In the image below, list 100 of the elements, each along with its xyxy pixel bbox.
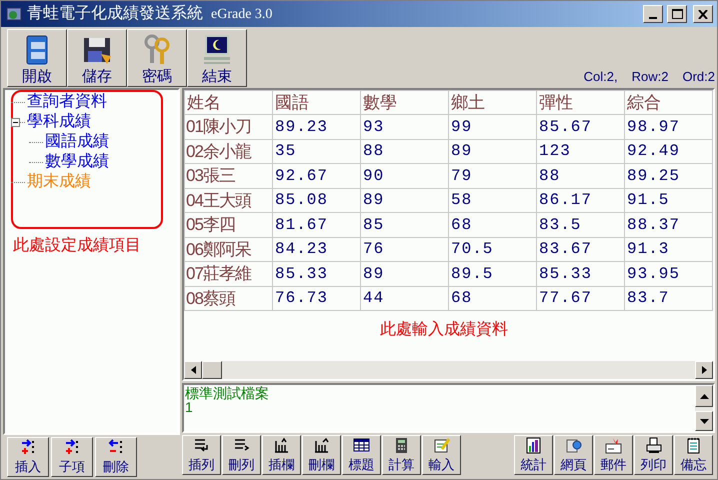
toolbar-button[interactable]: 標題 xyxy=(342,435,381,475)
column-indicator: Col:2, xyxy=(584,68,618,86)
score-cell[interactable]: 123 xyxy=(536,139,624,164)
up-arrow-icon[interactable] xyxy=(700,394,708,398)
score-cell[interactable]: 85.33 xyxy=(536,262,624,286)
scroll-thumb[interactable] xyxy=(202,361,222,379)
tree-item[interactable]: 查詢者資料 xyxy=(27,93,107,111)
score-cell[interactable]: 88 xyxy=(536,164,624,188)
score-cell[interactable]: 81.67 xyxy=(272,212,360,237)
toolbar-button[interactable]: 子項 xyxy=(51,437,93,477)
score-cell[interactable]: 68 xyxy=(448,212,536,237)
score-cell[interactable]: 70.5 xyxy=(448,237,536,262)
insert-icon xyxy=(20,439,36,456)
score-cell[interactable]: 92.49 xyxy=(624,139,712,164)
score-cell[interactable]: 88 xyxy=(360,139,448,164)
horizontal-scrollbar[interactable] xyxy=(184,361,713,379)
column-header[interactable]: 國語 xyxy=(272,90,360,114)
score-cell[interactable]: 89 xyxy=(448,139,536,164)
toolbar-button[interactable]: 插欄 xyxy=(262,435,301,475)
column-delete-icon xyxy=(313,437,330,454)
tree-item[interactable]: 學科成績 xyxy=(27,113,91,131)
memo-field[interactable]: 標準測試檔案 1 xyxy=(182,383,715,433)
toolbar-button[interactable]: 刪列 xyxy=(222,435,261,475)
score-cell[interactable]: 89.23 xyxy=(272,114,360,139)
score-cell[interactable]: 83.67 xyxy=(536,237,624,262)
score-cell[interactable]: 68 xyxy=(448,286,536,310)
score-cell[interactable]: 85.08 xyxy=(272,188,360,212)
name-cell[interactable]: 05李四 xyxy=(184,212,272,237)
name-cell[interactable]: 03張三 xyxy=(184,164,272,188)
tree-item[interactable]: 國語成績 xyxy=(45,133,109,151)
score-cell[interactable]: 89.25 xyxy=(624,164,712,188)
score-cell[interactable]: 90 xyxy=(360,164,448,188)
mail-icon xyxy=(605,437,622,454)
score-cell[interactable]: 79 xyxy=(448,164,536,188)
name-cell[interactable]: 02余小龍 xyxy=(184,139,272,164)
score-cell[interactable]: 93.95 xyxy=(624,262,712,286)
table-icon xyxy=(353,437,370,454)
annotation-text: 此處輸入成績資料 xyxy=(380,320,508,340)
score-cell[interactable]: 99 xyxy=(448,114,536,139)
toolbar-button[interactable]: 列印 xyxy=(634,435,673,475)
column-header[interactable]: 彈性 xyxy=(536,90,624,114)
toolbar-button[interactable]: 密碼 xyxy=(127,29,187,87)
window-subtitle: eGrade 3.0 xyxy=(211,6,272,24)
maximize-button[interactable] xyxy=(667,5,687,23)
name-cell[interactable]: 08蔡頭 xyxy=(184,286,272,310)
notepad-icon xyxy=(685,437,702,454)
score-cell[interactable]: 91.5 xyxy=(624,188,712,212)
row-insert-icon xyxy=(193,437,210,454)
score-cell[interactable]: 89 xyxy=(360,188,448,212)
column-header[interactable]: 鄉土 xyxy=(448,90,536,114)
score-cell[interactable]: 91.3 xyxy=(624,237,712,262)
close-button[interactable] xyxy=(693,5,713,23)
score-cell[interactable]: 58 xyxy=(448,188,536,212)
toolbar-button[interactable]: 刪除 xyxy=(95,437,137,477)
vertical-scrollbar[interactable] xyxy=(695,385,713,431)
score-cell[interactable]: 77.67 xyxy=(536,286,624,310)
score-cell[interactable]: 85.67 xyxy=(536,114,624,139)
toolbar-button[interactable]: 統計 xyxy=(514,435,553,475)
minimize-button[interactable] xyxy=(643,5,663,23)
toolbar-button[interactable]: 計算 xyxy=(382,435,421,475)
score-cell[interactable]: 85.33 xyxy=(272,262,360,286)
name-cell[interactable]: 04王大頭 xyxy=(184,188,272,212)
score-cell[interactable]: 86.17 xyxy=(536,188,624,212)
left-arrow-icon[interactable] xyxy=(190,366,196,374)
column-header[interactable]: 綜合 xyxy=(624,90,712,114)
toolbar-button[interactable]: 備忘 xyxy=(674,435,713,475)
score-cell[interactable]: 85 xyxy=(360,212,448,237)
column-header[interactable]: 數學 xyxy=(360,90,448,114)
toolbar-button[interactable]: 郵件 xyxy=(594,435,633,475)
toolbar-button[interactable]: 插入 xyxy=(7,437,49,477)
annotation-text: 此處設定成績項目 xyxy=(13,236,141,256)
score-cell[interactable]: 35 xyxy=(272,139,360,164)
collapse-icon[interactable] xyxy=(11,118,20,126)
score-cell[interactable]: 92.67 xyxy=(272,164,360,188)
toolbar-button[interactable]: 結束 xyxy=(187,29,247,87)
name-cell[interactable]: 06鄭阿呆 xyxy=(184,237,272,262)
score-cell[interactable]: 76 xyxy=(360,237,448,262)
tree-item[interactable]: 數學成績 xyxy=(45,153,109,171)
toolbar-button[interactable]: 網頁 xyxy=(554,435,593,475)
score-cell[interactable]: 89 xyxy=(360,262,448,286)
name-cell[interactable]: 07莊孝維 xyxy=(184,262,272,286)
toolbar-button[interactable]: 輸入 xyxy=(422,435,461,475)
column-header[interactable]: 姓名 xyxy=(184,90,272,114)
score-cell[interactable]: 93 xyxy=(360,114,448,139)
toolbar-button[interactable]: 插列 xyxy=(182,435,221,475)
score-cell[interactable]: 44 xyxy=(360,286,448,310)
right-arrow-icon[interactable] xyxy=(702,366,706,374)
toolbar-button[interactable]: 刪欄 xyxy=(302,435,341,475)
score-cell[interactable]: 84.23 xyxy=(272,237,360,262)
score-cell[interactable]: 89.5 xyxy=(448,262,536,286)
score-cell[interactable]: 83.7 xyxy=(624,286,712,310)
toolbar-button[interactable]: 儲存 xyxy=(67,29,127,87)
down-arrow-icon[interactable] xyxy=(700,418,708,424)
score-cell[interactable]: 88.37 xyxy=(624,212,712,237)
score-cell[interactable]: 98.97 xyxy=(624,114,712,139)
close-icon[interactable] xyxy=(698,10,708,18)
toolbar-button[interactable]: 開啟 xyxy=(7,29,67,87)
name-cell[interactable]: 01陳小刀 xyxy=(184,114,272,139)
score-cell[interactable]: 83.5 xyxy=(536,212,624,237)
score-cell[interactable]: 76.73 xyxy=(272,286,360,310)
